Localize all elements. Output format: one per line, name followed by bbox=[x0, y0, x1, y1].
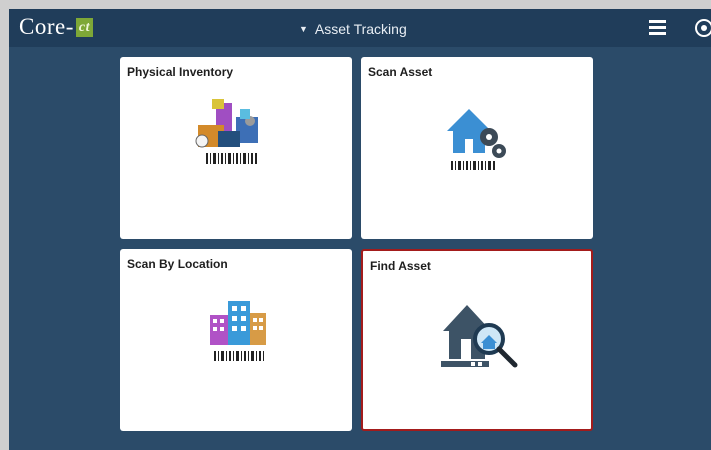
scan-by-location-icon bbox=[210, 301, 266, 362]
hamburger-menu-icon[interactable] bbox=[649, 20, 666, 35]
physical-inventory-icon bbox=[195, 99, 260, 165]
page-title-dropdown[interactable]: ▼ Asset Tracking bbox=[299, 20, 407, 38]
caret-down-icon: ▼ bbox=[299, 24, 308, 34]
tile-find-asset[interactable]: Find Asset bbox=[361, 249, 593, 431]
navbar-compass-icon[interactable] bbox=[695, 19, 711, 37]
tile-scan-asset[interactable]: Scan Asset bbox=[361, 57, 593, 239]
tile-title: Physical Inventory bbox=[127, 65, 234, 79]
tile-scan-by-location[interactable]: Scan By Location bbox=[120, 249, 352, 431]
app-frame: Core- ct ▼ Asset Tracking Physical Inven… bbox=[9, 9, 711, 450]
app-logo[interactable]: Core- ct bbox=[19, 14, 93, 40]
tile-physical-inventory[interactable]: Physical Inventory bbox=[120, 57, 352, 239]
tile-title: Scan Asset bbox=[368, 65, 433, 79]
tile-title: Scan By Location bbox=[127, 257, 228, 271]
page-title: Asset Tracking bbox=[314, 21, 407, 37]
tile-title: Find Asset bbox=[370, 259, 431, 273]
logo-badge: ct bbox=[75, 17, 93, 37]
scan-asset-icon bbox=[447, 109, 506, 171]
find-asset-icon bbox=[441, 305, 518, 368]
logo-text: Core- bbox=[19, 14, 74, 39]
top-header: Core- ct ▼ Asset Tracking bbox=[9, 9, 711, 47]
